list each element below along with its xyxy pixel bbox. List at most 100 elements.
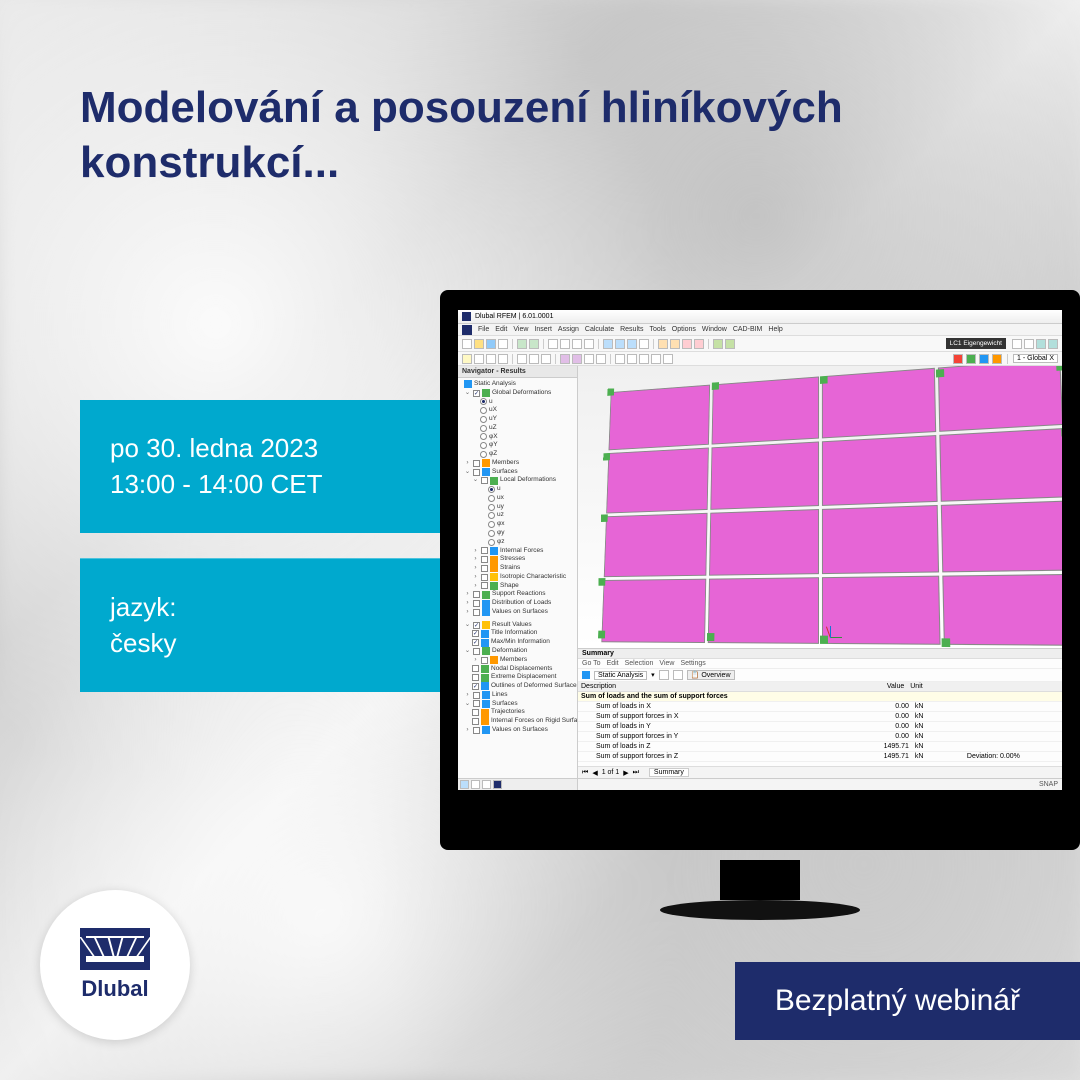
- tree-uy[interactable]: uY: [489, 415, 497, 424]
- draw-icon[interactable]: [498, 354, 508, 364]
- summary-dd-arrow-icon[interactable]: ▾: [651, 671, 655, 679]
- checkbox[interactable]: [481, 582, 488, 589]
- tree-support[interactable]: Support Reactions: [492, 590, 545, 599]
- tree-phix[interactable]: φX: [489, 433, 498, 442]
- tree-phiy[interactable]: φY: [489, 441, 498, 450]
- navtab-views-icon[interactable]: [482, 780, 491, 789]
- results-icon[interactable]: [1048, 339, 1058, 349]
- checkbox[interactable]: [473, 700, 480, 707]
- radio[interactable]: [488, 539, 495, 546]
- checkbox[interactable]: [481, 565, 488, 572]
- checkbox[interactable]: [473, 692, 480, 699]
- tree-lines[interactable]: Lines: [492, 691, 508, 700]
- checkbox[interactable]: [472, 683, 479, 690]
- checkbox[interactable]: [472, 630, 479, 637]
- summary-tab-overview[interactable]: 📋 Overview: [687, 670, 735, 680]
- shape-icon[interactable]: [572, 354, 582, 364]
- 3d-view[interactable]: [578, 366, 1062, 648]
- radio[interactable]: [480, 425, 487, 432]
- checkbox[interactable]: [473, 460, 480, 467]
- tree-luy[interactable]: uy: [497, 503, 504, 512]
- tree-lphiz[interactable]: φz: [497, 538, 504, 547]
- model-icon[interactable]: [694, 339, 704, 349]
- new-icon[interactable]: [462, 339, 472, 349]
- checkbox[interactable]: [472, 709, 479, 716]
- tree-iso[interactable]: Isotropic Characteristic: [500, 573, 566, 582]
- checkbox[interactable]: [473, 591, 480, 598]
- navtab-data-icon[interactable]: [460, 780, 469, 789]
- navigator-tree[interactable]: Static Analysis ⌄Global Deformations u u…: [458, 378, 577, 778]
- tree-intforces[interactable]: Internal Forces: [500, 547, 543, 556]
- menu-assign[interactable]: Assign: [558, 326, 579, 333]
- menu-calculate[interactable]: Calculate: [585, 326, 614, 333]
- tree-surfaces2[interactable]: Surfaces: [492, 700, 518, 709]
- misc-icon[interactable]: [615, 354, 625, 364]
- tree-local-def[interactable]: Local Deformations: [500, 476, 556, 485]
- print-icon[interactable]: [498, 339, 508, 349]
- tool-icon[interactable]: [548, 339, 558, 349]
- checkbox[interactable]: [481, 574, 488, 581]
- tree-shape[interactable]: Shape: [500, 582, 519, 591]
- menu-options[interactable]: Options: [672, 326, 696, 333]
- tree-lphiy[interactable]: φy: [497, 529, 504, 538]
- radio[interactable]: [488, 495, 495, 502]
- draw-icon[interactable]: [486, 354, 496, 364]
- checkbox[interactable]: [472, 674, 479, 681]
- checkbox[interactable]: [472, 665, 479, 672]
- summary-dropdown[interactable]: Static Analysis: [594, 671, 647, 680]
- radio[interactable]: [488, 504, 495, 511]
- tree-phiz[interactable]: φZ: [489, 450, 497, 459]
- summary-prev-icon[interactable]: [659, 670, 669, 680]
- results-icon[interactable]: [1036, 339, 1046, 349]
- checkbox[interactable]: [472, 639, 479, 646]
- menu-results[interactable]: Results: [620, 326, 643, 333]
- calc-icon[interactable]: [725, 339, 735, 349]
- radio[interactable]: [488, 521, 495, 528]
- select-icon[interactable]: [517, 354, 527, 364]
- checkbox[interactable]: [473, 390, 480, 397]
- select-icon[interactable]: [541, 354, 551, 364]
- pager-tab-summary[interactable]: Summary: [649, 768, 689, 777]
- nav-next-icon[interactable]: [1024, 339, 1034, 349]
- tree-maxmin[interactable]: Max/Min Information: [491, 638, 550, 647]
- redo-icon[interactable]: [529, 339, 539, 349]
- radio[interactable]: [480, 407, 487, 414]
- tree-strains[interactable]: Strains: [500, 564, 520, 573]
- color-icon[interactable]: [979, 354, 989, 364]
- tree-uz[interactable]: uZ: [489, 424, 497, 433]
- view-icon[interactable]: [627, 339, 637, 349]
- shape-icon[interactable]: [584, 354, 594, 364]
- tool-icon[interactable]: [560, 339, 570, 349]
- menu-tools[interactable]: Tools: [649, 326, 665, 333]
- tree-nodaldisp[interactable]: Nodal Displacements: [491, 665, 552, 674]
- tree-outlines[interactable]: Outlines of Deformed Surfaces: [491, 682, 577, 691]
- model-icon[interactable]: [658, 339, 668, 349]
- tree-defmembers[interactable]: Members: [500, 656, 527, 665]
- view-icon[interactable]: [615, 339, 625, 349]
- tree-lu[interactable]: u: [497, 485, 501, 494]
- radio[interactable]: [480, 416, 487, 423]
- draw-icon[interactable]: [462, 354, 472, 364]
- tree-luz[interactable]: uz: [497, 511, 504, 520]
- summary-menu-selection[interactable]: Selection: [625, 660, 654, 667]
- tree-traj[interactable]: Trajectories: [491, 708, 525, 717]
- menu-insert[interactable]: Insert: [534, 326, 552, 333]
- radio[interactable]: [480, 433, 487, 440]
- cta-button[interactable]: Bezplatný webinář: [735, 962, 1080, 1040]
- tree-lphix[interactable]: φx: [497, 520, 504, 529]
- tool-icon[interactable]: [572, 339, 582, 349]
- view-icon[interactable]: [639, 339, 649, 349]
- undo-icon[interactable]: [517, 339, 527, 349]
- view-icon[interactable]: [603, 339, 613, 349]
- tree-global-def[interactable]: Global Deformations: [492, 389, 551, 398]
- menu-cadbim[interactable]: CAD-BIM: [733, 326, 763, 333]
- radio[interactable]: [488, 512, 495, 519]
- radio[interactable]: [480, 398, 487, 405]
- menu-view[interactable]: View: [513, 326, 528, 333]
- tree-intfrigid[interactable]: Internal Forces on Rigid Surfac...: [491, 717, 577, 726]
- radio[interactable]: [480, 451, 487, 458]
- checkbox[interactable]: [481, 477, 488, 484]
- tree-titleinfo[interactable]: Title Information: [491, 629, 537, 638]
- checkbox[interactable]: [473, 609, 480, 616]
- misc-icon[interactable]: [651, 354, 661, 364]
